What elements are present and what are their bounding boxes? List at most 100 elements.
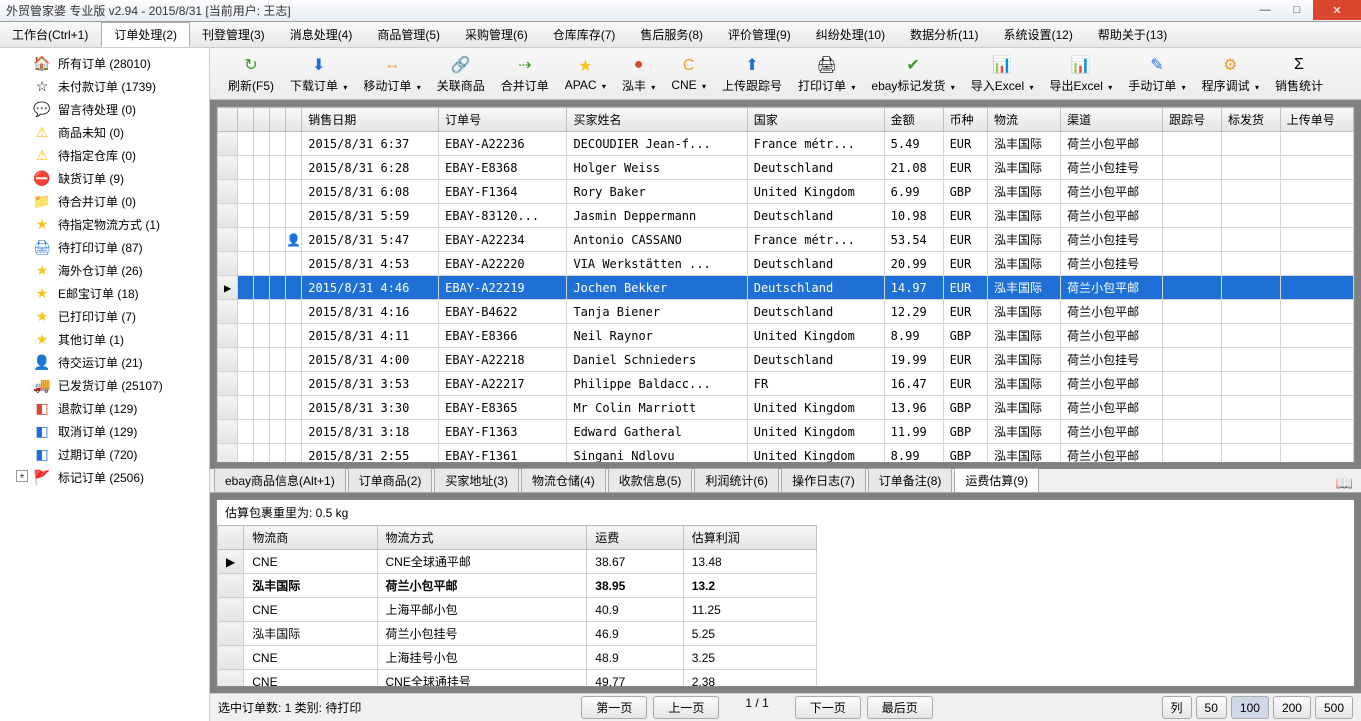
toolbar-button[interactable]: ⬆上传跟踪号 <box>714 52 790 96</box>
toolbar-button[interactable]: ★APAC ▾ <box>557 53 614 94</box>
toolbar-button[interactable]: ✔ebay标记发货 ▾ <box>863 52 962 96</box>
next-page-button[interactable]: 下一页 <box>795 696 861 719</box>
toolbar-button[interactable]: ✎手动订单 ▾ <box>1120 52 1193 96</box>
main-menu-item[interactable]: 评价管理(9) <box>716 22 804 47</box>
column-header[interactable]: 国家 <box>747 108 884 132</box>
toolbar-button[interactable]: Σ销售统计 <box>1267 52 1331 96</box>
detail-tab[interactable]: 收款信息(5) <box>608 468 693 492</box>
column-header[interactable]: 买家姓名 <box>567 108 747 132</box>
main-menu-item[interactable]: 工作台(Ctrl+1) <box>0 22 101 47</box>
toolbar-button[interactable]: 🖨打印订单 ▾ <box>790 52 863 96</box>
main-menu-item[interactable]: 帮助关于(13) <box>1086 22 1180 47</box>
freight-column-header[interactable]: 物流商 <box>244 526 377 550</box>
toolbar-button[interactable]: CCNE ▾ <box>663 53 714 94</box>
sidebar-item[interactable]: ★已打印订单 (7) <box>0 305 209 328</box>
sidebar-item[interactable]: ☆未付款订单 (1739) <box>0 75 209 98</box>
toolbar-button[interactable]: ⚙程序调试 ▾ <box>1194 52 1267 96</box>
main-menu-item[interactable]: 售后服务(8) <box>628 22 716 47</box>
main-menu-item[interactable]: 纠纷处理(10) <box>804 22 898 47</box>
freight-row[interactable]: ▶CNECNE全球通平邮38.6713.48 <box>218 550 817 574</box>
order-row[interactable]: 2015/8/31 3:18EBAY-F1363Edward GatheralU… <box>218 420 1354 444</box>
order-row[interactable]: 2015/8/31 4:16EBAY-B4622Tanja BienerDeut… <box>218 300 1354 324</box>
help-icon[interactable]: 📖 <box>1336 475 1353 492</box>
detail-tab[interactable]: 运费估算(9) <box>954 468 1039 492</box>
pagesize-100-button[interactable]: 100 <box>1231 696 1269 719</box>
close-button[interactable]: ✕ <box>1313 0 1361 20</box>
sidebar-item[interactable]: ◧过期订单 (720) <box>0 443 209 466</box>
pagesize-50-button[interactable]: 50 <box>1196 696 1227 719</box>
detail-tab[interactable]: ebay商品信息(Alt+1) <box>214 468 346 492</box>
sidebar-item[interactable]: 💬留言待处理 (0) <box>0 98 209 121</box>
maximize-button[interactable]: □ <box>1281 0 1313 20</box>
prev-page-button[interactable]: 上一页 <box>653 696 719 719</box>
column-header[interactable]: 币种 <box>943 108 987 132</box>
toolbar-button[interactable]: ⬇下载订单 ▾ <box>282 52 355 96</box>
sidebar-item[interactable]: ★E邮宝订单 (18) <box>0 282 209 305</box>
freight-row[interactable]: CNE上海挂号小包48.93.25 <box>218 646 817 670</box>
toolbar-button[interactable]: ↔移动订单 ▾ <box>355 52 428 96</box>
freight-row[interactable]: 泓丰国际荷兰小包挂号46.95.25 <box>218 622 817 646</box>
main-menu-item[interactable]: 消息处理(4) <box>278 22 366 47</box>
order-row[interactable]: 👤2015/8/31 5:47EBAY-A22234Antonio CASSAN… <box>218 228 1354 252</box>
pagesize-200-button[interactable]: 200 <box>1273 696 1311 719</box>
column-header[interactable]: 渠道 <box>1061 108 1163 132</box>
pagesize-500-button[interactable]: 500 <box>1315 696 1353 719</box>
tree-expand-icon[interactable]: + <box>16 470 28 482</box>
order-row[interactable]: 2015/8/31 5:59EBAY-83120...Jasmin Depper… <box>218 204 1354 228</box>
column-header[interactable]: 金额 <box>884 108 943 132</box>
detail-tab[interactable]: 物流仓储(4) <box>521 468 606 492</box>
order-row[interactable]: 2015/8/31 4:11EBAY-E8366Neil RaynorUnite… <box>218 324 1354 348</box>
sidebar-item[interactable]: ⛔缺货订单 (9) <box>0 167 209 190</box>
sidebar-item[interactable]: ◧退款订单 (129) <box>0 397 209 420</box>
minimize-button[interactable]: — <box>1249 0 1281 20</box>
order-row[interactable]: 2015/8/31 6:37EBAY-A22236DECOUDIER Jean-… <box>218 132 1354 156</box>
toolbar-button[interactable]: ⇢合并订单 <box>493 52 557 96</box>
detail-tab[interactable]: 买家地址(3) <box>434 468 519 492</box>
freight-table[interactable]: 物流商物流方式运费估算利润▶CNECNE全球通平邮38.6713.48泓丰国际荷… <box>217 525 817 686</box>
sidebar-item[interactable]: +🚩标记订单 (2506) <box>0 466 209 489</box>
freight-row[interactable]: CNE上海平邮小包40.911.25 <box>218 598 817 622</box>
last-page-button[interactable]: 最后页 <box>867 696 933 719</box>
order-row[interactable]: 2015/8/31 3:30EBAY-E8365Mr Colin Marriot… <box>218 396 1354 420</box>
sidebar-item[interactable]: ★待指定物流方式 (1) <box>0 213 209 236</box>
order-row[interactable]: 2015/8/31 3:53EBAY-A22217Philippe Baldac… <box>218 372 1354 396</box>
order-row[interactable]: 2015/8/31 2:55EBAY-F1361Singani NdlovuUn… <box>218 444 1354 464</box>
column-header[interactable]: 订单号 <box>439 108 567 132</box>
main-menu-item[interactable]: 刊登管理(3) <box>190 22 278 47</box>
detail-tab[interactable]: 操作日志(7) <box>781 468 866 492</box>
main-menu-item[interactable]: 商品管理(5) <box>365 22 453 47</box>
order-row[interactable]: 2015/8/31 4:53EBAY-A22220VIA Werkstätten… <box>218 252 1354 276</box>
main-menu-item[interactable]: 系统设置(12) <box>992 22 1086 47</box>
main-menu-item[interactable]: 采购管理(6) <box>453 22 541 47</box>
detail-tab[interactable]: 订单备注(8) <box>868 468 953 492</box>
toolbar-button[interactable]: 🔗关联商品 <box>429 52 493 96</box>
main-menu-item[interactable]: 数据分析(11) <box>898 22 991 47</box>
main-menu-item[interactable]: 仓库库存(7) <box>541 22 629 47</box>
first-page-button[interactable]: 第一页 <box>581 696 647 719</box>
column-header[interactable]: 标发货 <box>1221 108 1280 132</box>
sidebar-item[interactable]: ◧取消订单 (129) <box>0 420 209 443</box>
column-header[interactable]: 物流 <box>987 108 1060 132</box>
column-header[interactable]: 销售日期 <box>302 108 439 132</box>
sidebar-item[interactable]: ⚠待指定仓库 (0) <box>0 144 209 167</box>
toolbar-button[interactable]: 📊导出Excel ▾ <box>1042 52 1121 96</box>
sidebar-item[interactable]: ★其他订单 (1) <box>0 328 209 351</box>
sidebar-item[interactable]: ⚠商品未知 (0) <box>0 121 209 144</box>
toolbar-button[interactable]: 📊导入Excel ▾ <box>963 52 1042 96</box>
list-columns-button[interactable]: 列 <box>1162 696 1192 719</box>
freight-row[interactable]: 泓丰国际荷兰小包平邮38.9513.2 <box>218 574 817 598</box>
order-row[interactable]: ▶2015/8/31 4:46EBAY-A22219Jochen BekkerD… <box>218 276 1354 300</box>
order-table[interactable]: 销售日期订单号买家姓名国家金额币种物流渠道跟踪号标发货上传单号2015/8/31… <box>217 107 1354 463</box>
order-row[interactable]: 2015/8/31 6:08EBAY-F1364Rory BakerUnited… <box>218 180 1354 204</box>
toolbar-button[interactable]: ●泓丰 ▾ <box>614 52 663 96</box>
main-menu-item[interactable]: 订单处理(2) <box>101 22 190 47</box>
column-header[interactable]: 上传单号 <box>1280 108 1353 132</box>
detail-tab[interactable]: 订单商品(2) <box>348 468 433 492</box>
freight-column-header[interactable]: 估算利润 <box>683 526 816 550</box>
sidebar-item[interactable]: 📁待合并订单 (0) <box>0 190 209 213</box>
column-header[interactable]: 跟踪号 <box>1163 108 1222 132</box>
freight-column-header[interactable]: 运费 <box>587 526 683 550</box>
freight-column-header[interactable]: 物流方式 <box>377 526 587 550</box>
order-row[interactable]: 2015/8/31 6:28EBAY-E8368Holger WeissDeut… <box>218 156 1354 180</box>
order-row[interactable]: 2015/8/31 4:00EBAY-A22218Daniel Schniede… <box>218 348 1354 372</box>
